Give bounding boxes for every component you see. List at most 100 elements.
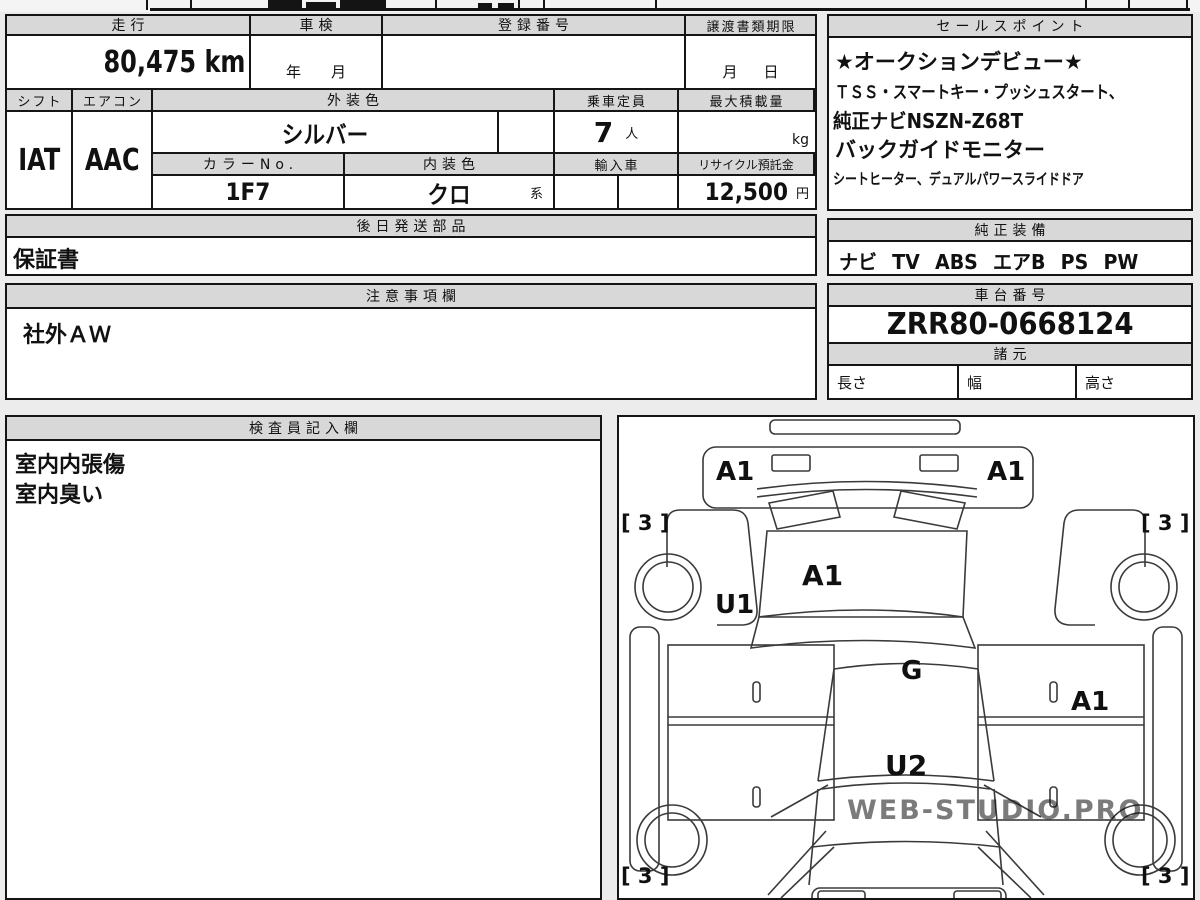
aircon-header: エアコン [73,90,153,112]
sales-point-line: バックガイドモニター [835,138,1045,162]
rear-window-arc [821,782,991,790]
windshield [758,530,968,618]
specs-header: 諸元 [829,344,1191,366]
door-panel-left [667,644,835,821]
chassis-number-value: ZRR80-0668124 [886,307,1134,342]
vehicle-info-table: 走行 車検 登録番号 譲渡書類期限 80,475 km 年 月 月 日 シフト … [5,14,817,210]
watermark: WEB-STUDIO.PRO [847,795,1143,826]
rear-bumper-step-right [953,890,1002,898]
shaken-year-label: 年 [285,63,301,81]
sales-point-line: ★オークションデビュー★ [835,50,1083,74]
later-parts-section: 後日発送部品 保証書 [5,214,817,276]
cropped-cell-border [1128,0,1130,10]
wheel-rear-left-inner [644,812,700,868]
color-no-header: カラーNo. [153,154,345,176]
max-load-unit: kg [792,132,809,148]
side-sill-right [1152,626,1183,872]
inspector-note-line: 室内臭い [15,483,104,508]
cropped-text-fragment [478,3,492,8]
inspector-notes-section: 検査員記入欄 室内内張傷 室内臭い [5,415,602,900]
rear-gate-arc [811,840,1001,848]
mileage-value: 80,475 km [103,44,245,80]
cropped-text-fragment [268,0,302,8]
mileage-value-cell: 80,475 km [7,36,251,90]
damage-label-front-panel: G [901,656,922,686]
chassis-number-cell: ZRR80-0668124 [829,307,1191,344]
rear-bumper-step-left [817,890,866,898]
door-handle-right-front [1049,681,1058,703]
transfer-deadline-header: 譲渡書類期限 [686,16,815,36]
capacity-header: 乗車定員 [555,90,679,112]
tire-mark-rear-left: [ 3 ] [621,864,669,888]
caution-notes-section: 注意事項欄 社外ＡＷ [5,283,817,400]
capacity-value: 7 [593,115,614,149]
aircon-value-cell: AAC [73,112,153,208]
equipment-section: 純正装備 ナビ TV ABS エアB PS PW [827,218,1193,276]
transfer-deadline-value-cell: 月 日 [686,36,815,90]
exterior-color-value: シルバー [281,120,369,149]
recycle-deposit-value-cell: 12,500 円 [679,176,815,208]
shift-value-cell: IAT [7,112,73,208]
side-sill-left [629,626,660,872]
import-value-cell-2 [619,176,679,208]
interior-color-suffix: 系 [529,187,543,202]
spec-width-label: 幅 [967,373,983,392]
shift-value: IAT [17,142,60,178]
cropped-row-underline [150,8,1190,11]
cowl-arc [756,488,978,498]
import-header: 輸入車 [555,154,679,176]
cropped-cell-border [655,0,657,8]
registration-header: 登録番号 [383,16,686,36]
damage-label-right-slide-door: A1 [1071,687,1109,717]
cowl-arc [756,480,978,490]
interior-color-value-cell: クロ 系 [345,176,555,208]
cropped-text-fragment [498,3,514,8]
exterior-color-header: 外装色 [153,90,555,112]
damage-label-left-pillar: U1 [715,590,754,620]
interior-color-header: 内装色 [345,154,555,176]
sales-point-line: シートヒーター、デュアルパワースライドドア [833,170,1084,188]
color-no-value-cell: 1F7 [153,176,345,208]
tire-mark-rear-right: [ 3 ] [1141,864,1189,888]
registration-value-cell [383,36,686,90]
sales-points-section: セールスポイント ★オークションデビュー★ ＴＳＳ・スマートキー・プッシュスター… [827,14,1193,211]
shaken-value-cell: 年 月 [251,36,383,90]
transfer-month-label: 月 [722,63,738,81]
cropped-cell-border [518,0,520,8]
exterior-color-value-cell: シルバー [153,112,499,154]
cropped-text-fragment [306,2,336,8]
transfer-day-label: 日 [763,63,779,81]
damage-label-windshield: A1 [802,559,843,592]
car-diagram: WEB-STUDIO.PRO A1 A1 A1 G U1 U2 A1 [ 3 ]… [621,419,1189,898]
sales-point-line: ＴＳＳ・スマートキー・プッシュスタート、 [835,83,1124,103]
door-panel-right [977,644,1145,821]
rear-bumper [811,887,1007,898]
spec-length-cell: 長さ [829,366,959,398]
wheel-front-right-inner [1118,561,1170,613]
spec-length-label: 長さ [837,373,868,392]
caution-notes-header: 注意事項欄 [7,285,815,309]
color-no-value: 1F7 [225,178,271,206]
chassis-number-header: 車台番号 [829,285,1191,307]
later-parts-header: 後日発送部品 [7,216,815,238]
max-load-header: 最大積載量 [679,90,815,112]
hood-band [749,609,977,649]
damage-label-roof: U2 [885,749,927,782]
door-handle-left-front [752,681,761,703]
door-handle-left-rear [752,786,761,808]
cropped-text-fragment [340,0,386,8]
inspector-notes-header: 検査員記入欄 [7,417,600,441]
equipment-content: ナビ TV ABS エアB PS PW [839,250,1139,274]
mileage-header: 走行 [7,16,251,36]
chassis-specs-section: 車台番号 ZRR80-0668124 諸元 長さ 幅 高さ [827,283,1193,400]
cropped-cell-border [1085,0,1087,10]
recycle-deposit-value: 12,500 [704,178,789,206]
shaken-month-label: 月 [331,63,347,81]
fog-lamp-left [771,454,811,472]
cropped-cell-border [435,0,437,8]
inspector-note-line: 室内内張傷 [15,453,126,478]
damage-label-front-bumper-left: A1 [716,457,754,487]
shift-header: シフト [7,90,73,112]
front-grille-strip [769,419,961,435]
spec-height-cell: 高さ [1077,366,1191,398]
